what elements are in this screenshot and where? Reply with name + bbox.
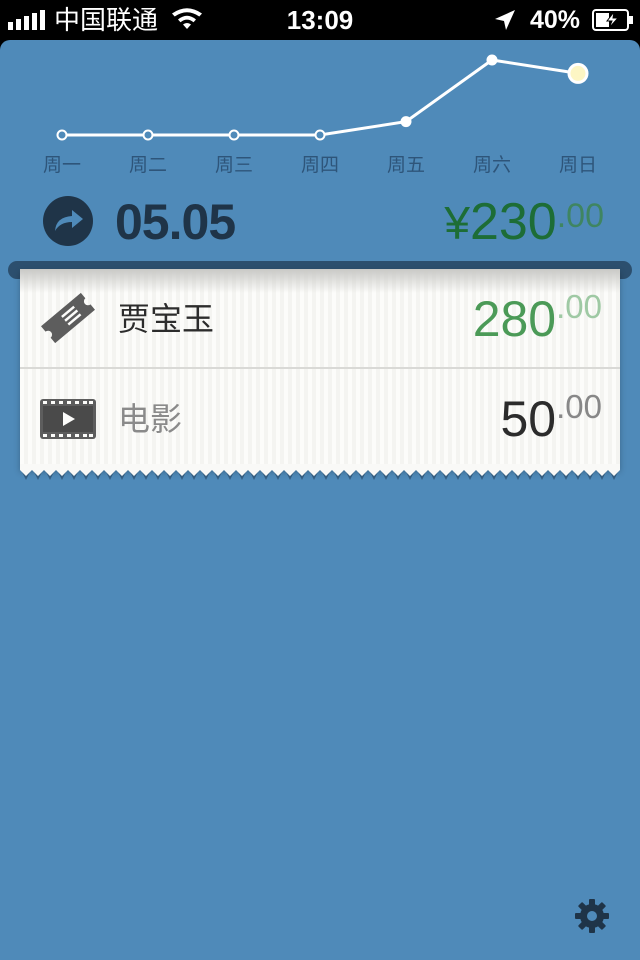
film-icon: [40, 399, 96, 439]
entry-amount-decimal: .00: [556, 388, 602, 425]
chart-point[interactable]: [314, 129, 326, 141]
chart-point[interactable]: [486, 54, 498, 66]
chart-point[interactable]: [228, 129, 240, 141]
share-arrow-icon[interactable]: [42, 195, 94, 247]
entry-label: 贾宝玉: [118, 301, 215, 337]
chart-point[interactable]: [142, 129, 154, 141]
chart-tick-label[interactable]: 周五: [376, 150, 436, 177]
receipt: 贾宝玉 280.00 电影 50.00: [20, 269, 620, 469]
receipt-torn-edge: [20, 464, 620, 480]
gear-icon[interactable]: [573, 897, 611, 935]
ticket-icon: [41, 292, 95, 344]
list-item[interactable]: 贾宝玉 280.00: [20, 269, 620, 369]
battery-icon: [592, 9, 633, 31]
app-panel: 周一 周二 周三 周四 周五 周六 周日 05.05 ¥230.00 贾宝玉 280.00: [0, 40, 640, 960]
chart-series-line: [62, 58, 579, 137]
location-arrow-icon: [495, 10, 515, 30]
chart-tick-label[interactable]: 周四: [290, 150, 350, 177]
chart-tick-label[interactable]: 周六: [462, 150, 522, 177]
entry-amount: 50.00: [500, 388, 603, 460]
chart-tick-label[interactable]: 周日: [548, 150, 608, 177]
entry-amount-integer: 50: [500, 391, 557, 447]
entry-label: 电影: [118, 401, 183, 437]
entry-amount: 280.00: [472, 288, 602, 360]
list-item[interactable]: 电影 50.00: [20, 369, 620, 467]
date-label: 05.05: [115, 194, 236, 250]
chart-point[interactable]: [567, 62, 589, 84]
chart-tick-label[interactable]: 周一: [32, 150, 92, 177]
total-amount: ¥230.00: [444, 190, 604, 254]
total-amount-integer: 230: [469, 193, 557, 251]
total-amount-decimal: .00: [556, 197, 604, 235]
chart-tick-label[interactable]: 周二: [118, 150, 178, 177]
chart-point[interactable]: [400, 116, 412, 128]
entry-amount-decimal: .00: [556, 288, 602, 325]
status-bar: 中国联通 13:09 40%: [0, 0, 640, 40]
battery-percent: 40%: [530, 6, 581, 34]
entry-amount-integer: 280: [472, 291, 557, 347]
chart-point[interactable]: [56, 129, 68, 141]
currency-symbol: ¥: [444, 197, 470, 249]
chart-tick-label[interactable]: 周三: [204, 150, 264, 177]
